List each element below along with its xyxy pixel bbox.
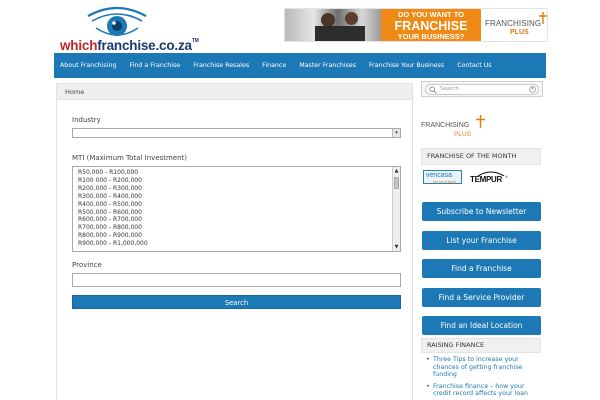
main-content: Home Industry ▾ MTI (Maximum Total Inves… bbox=[56, 83, 413, 400]
industry-select[interactable]: ▾ bbox=[72, 128, 401, 138]
mti-option[interactable]: R900,000 - R1,000,000 bbox=[78, 240, 395, 248]
chevron-down-icon: ▾ bbox=[392, 129, 400, 137]
mti-option[interactable]: R200,000 - R300,000 bbox=[78, 185, 395, 193]
mti-option[interactable]: R800,000 - R900,000 bbox=[78, 232, 395, 240]
nav-franchise-resales[interactable]: Franchise Resales bbox=[187, 62, 256, 69]
province-input[interactable] bbox=[72, 273, 401, 287]
franchising-plus-ad-logo: FRANCHISING PLUS bbox=[485, 12, 547, 40]
mti-option[interactable]: R100 000 - R200,000 bbox=[78, 177, 395, 185]
raising-finance-link[interactable]: Franchise finance – how your credit reco… bbox=[426, 383, 541, 398]
search-button[interactable]: Search bbox=[72, 294, 401, 309]
vencasa-logo[interactable]: vencasa the art of living bbox=[423, 170, 462, 184]
main-nav: About Franchising Find a Franchise Franc… bbox=[54, 53, 546, 78]
logo-text: whichfranchise.co.zaTM bbox=[60, 38, 199, 53]
plus-mark-icon bbox=[476, 115, 485, 128]
subscribe-newsletter-button[interactable]: Subscribe to Newsletter bbox=[422, 202, 541, 221]
list-your-franchise-button[interactable]: List your Franchise bbox=[422, 231, 541, 250]
raising-finance-heading: RAISING FINANCE bbox=[421, 338, 541, 353]
plus-mark-icon bbox=[539, 12, 547, 24]
find-a-franchise-button[interactable]: Find a Franchise bbox=[422, 259, 541, 278]
mti-option[interactable]: R500,000 - R600,000 bbox=[78, 209, 395, 217]
mti-option[interactable]: R400,000 - R500,000 bbox=[78, 201, 395, 209]
province-label: Province bbox=[72, 261, 102, 269]
clear-icon[interactable]: × bbox=[529, 86, 536, 93]
ad-photo bbox=[285, 9, 381, 41]
mti-option[interactable]: R700,000 - R800,000 bbox=[78, 224, 395, 232]
breadcrumb-home[interactable]: Home bbox=[65, 88, 84, 96]
nav-contact-us[interactable]: Contact Us bbox=[451, 62, 498, 69]
franchise-ad-banner[interactable]: DO YOU WANT TO FRANCHISE YOUR BUSINESS? … bbox=[284, 8, 548, 42]
raising-finance-list: Three Tips to increase your chances of g… bbox=[426, 356, 541, 400]
scrollbar-thumb[interactable] bbox=[394, 177, 399, 189]
sidebar-search-input[interactable]: Search × bbox=[425, 84, 539, 95]
raising-finance-link[interactable]: Three Tips to increase your chances of g… bbox=[426, 356, 541, 379]
scroll-up-icon[interactable]: ▲ bbox=[393, 167, 400, 175]
tempur-logo[interactable]: TEMPUR ® bbox=[467, 170, 511, 184]
ad-headline: DO YOU WANT TO FRANCHISE YOUR BUSINESS? bbox=[381, 9, 481, 41]
scroll-down-icon[interactable]: ▼ bbox=[393, 243, 400, 251]
breadcrumb: Home bbox=[57, 84, 412, 100]
nav-franchise-your-business[interactable]: Franchise Your Business bbox=[363, 62, 451, 69]
franchising-plus-logo[interactable]: FRANCHISING PLUS bbox=[421, 115, 491, 141]
franchise-search-form: Industry ▾ MTI (Maximum Total Investment… bbox=[72, 116, 401, 309]
nav-about-franchising[interactable]: About Franchising bbox=[54, 62, 123, 69]
mti-option[interactable]: R600,000 - R700,000 bbox=[78, 216, 395, 224]
sidebar-search: Search × bbox=[421, 81, 543, 97]
nav-find-a-franchise[interactable]: Find a Franchise bbox=[123, 62, 187, 69]
sidebar: Search × FRANCHISING PLUS FRANCHISE OF T… bbox=[421, 81, 543, 397]
nav-finance[interactable]: Finance bbox=[256, 62, 293, 69]
find-service-provider-button[interactable]: Find a Service Provider bbox=[422, 288, 541, 307]
mti-label: MTI (Maximum Total Investment) bbox=[72, 154, 188, 162]
mti-option[interactable]: R300,000 - R400,000 bbox=[78, 193, 395, 201]
nav-master-franchises[interactable]: Master Franchises bbox=[293, 62, 363, 69]
mti-multiselect[interactable]: R50,000 - R100,000 R100 000 - R200,000 R… bbox=[72, 166, 401, 252]
industry-label: Industry bbox=[72, 116, 101, 124]
mti-option[interactable]: R50,000 - R100,000 bbox=[78, 169, 395, 177]
franchise-of-the-month-heading: FRANCHISE OF THE MONTH bbox=[421, 148, 541, 165]
mti-scrollbar[interactable]: ▲ ▼ bbox=[392, 167, 400, 251]
find-ideal-location-button[interactable]: Find an Ideal Location bbox=[422, 316, 541, 335]
search-icon bbox=[429, 86, 437, 94]
eye-logo-icon bbox=[87, 6, 147, 36]
